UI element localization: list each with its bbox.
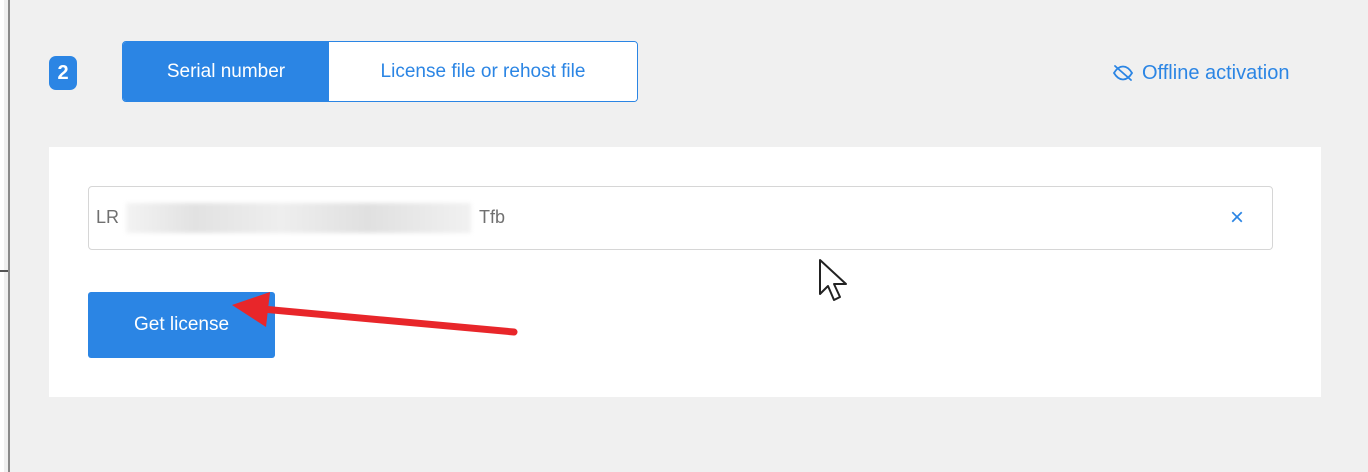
eye-off-icon: [1112, 64, 1134, 82]
close-icon[interactable]: ×: [1224, 205, 1250, 231]
offline-activation-link[interactable]: Offline activation: [1112, 58, 1290, 88]
serial-number-suffix: Tfb: [479, 207, 506, 227]
window-left-edge: [0, 0, 4, 472]
serial-card: [49, 147, 1321, 397]
step-number-badge: 2: [49, 56, 77, 90]
activation-mode-toggle: Serial number License file or rehost fil…: [122, 41, 638, 102]
serial-number-prefix: LR: [96, 207, 120, 227]
license-file-tab[interactable]: License file or rehost file: [329, 42, 637, 101]
get-license-button[interactable]: Get license: [88, 292, 275, 358]
window-divider: [8, 0, 10, 472]
serial-number-tab[interactable]: Serial number: [123, 42, 329, 101]
serial-number-redaction: [126, 203, 471, 233]
offline-activation-label: Offline activation: [1142, 61, 1290, 84]
divider-tick: [0, 270, 8, 272]
serial-number-input[interactable]: LR Tfb ×: [88, 186, 1273, 250]
